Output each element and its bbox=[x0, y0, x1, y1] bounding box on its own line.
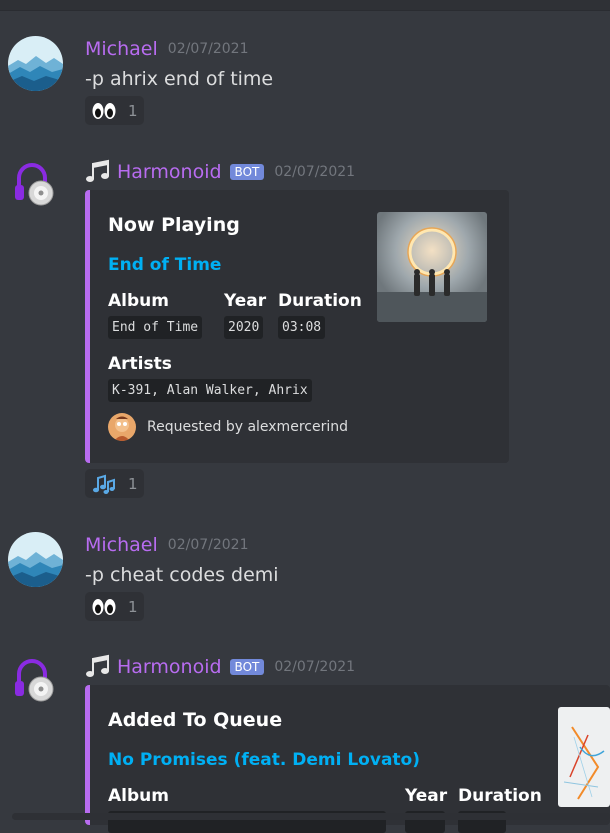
artists-field-name: Artists bbox=[108, 354, 172, 374]
username[interactable]: Harmonoid bbox=[117, 161, 222, 183]
timestamp: 02/07/2021 bbox=[274, 659, 356, 675]
album-value: End of Time bbox=[108, 316, 203, 339]
eyes-emoji-icon bbox=[92, 598, 116, 616]
message-header: Michael 02/07/2021 bbox=[85, 533, 248, 557]
added-to-queue-embed: Added To Queue No Promises (feat. Demi L… bbox=[85, 685, 610, 833]
embed-title: Now Playing bbox=[108, 214, 240, 236]
bot-avatar[interactable] bbox=[12, 160, 58, 206]
timestamp: 02/07/2021 bbox=[167, 41, 249, 57]
duration-field-name: Duration bbox=[278, 291, 362, 311]
username[interactable]: Harmonoid bbox=[117, 656, 222, 678]
album-field-name: Album bbox=[108, 786, 169, 806]
reaction-count: 1 bbox=[128, 474, 138, 493]
year-field-name: Year bbox=[405, 786, 448, 806]
embed-title: Added To Queue bbox=[108, 709, 283, 731]
message-header: Michael 02/07/2021 bbox=[85, 37, 248, 61]
embed-footer: Requested by alexmercerind bbox=[108, 413, 348, 441]
username[interactable]: Michael bbox=[85, 38, 158, 60]
user-avatar[interactable] bbox=[8, 36, 63, 91]
embed-track-link[interactable]: No Promises (feat. Demi Lovato) bbox=[108, 750, 420, 770]
album-art-thumbnail[interactable] bbox=[558, 707, 610, 807]
bot-avatar[interactable] bbox=[12, 656, 58, 702]
reaction-count: 1 bbox=[128, 597, 138, 616]
username[interactable]: Michael bbox=[85, 534, 158, 556]
reaction-notes[interactable]: 1 bbox=[85, 469, 144, 498]
year-field-name: Year bbox=[224, 291, 267, 311]
musical-note-icon bbox=[85, 654, 111, 680]
top-divider bbox=[0, 0, 610, 11]
requester-avatar bbox=[108, 413, 136, 441]
user-avatar[interactable] bbox=[8, 532, 63, 587]
reaction-count: 1 bbox=[128, 101, 138, 120]
message-content: -p cheat codes demi bbox=[85, 564, 279, 586]
timestamp: 02/07/2021 bbox=[167, 537, 249, 553]
duration-field-name: Duration bbox=[458, 786, 542, 806]
album-field-name: Album bbox=[108, 291, 169, 311]
message-content: -p ahrix end of time bbox=[85, 68, 274, 90]
embed-track-link[interactable]: End of Time bbox=[108, 255, 221, 275]
bot-tag: BOT bbox=[229, 164, 265, 180]
year-value: 2020 bbox=[224, 316, 264, 339]
message-header: Harmonoid BOT 02/07/2021 bbox=[85, 654, 356, 680]
artists-value: K-391, Alan Walker, Ahrix bbox=[108, 379, 312, 402]
horizontal-scrollbar[interactable] bbox=[12, 813, 610, 820]
timestamp: 02/07/2021 bbox=[274, 164, 356, 180]
eyes-emoji-icon bbox=[92, 102, 116, 120]
musical-note-icon bbox=[85, 159, 111, 185]
album-art-thumbnail[interactable] bbox=[377, 212, 487, 322]
requested-by-text: Requested by alexmercerind bbox=[147, 419, 348, 435]
notes-emoji-icon bbox=[92, 474, 116, 494]
reaction-eyes[interactable]: 1 bbox=[85, 96, 144, 125]
message-header: Harmonoid BOT 02/07/2021 bbox=[85, 159, 356, 185]
bot-tag: BOT bbox=[229, 659, 265, 675]
reaction-eyes[interactable]: 1 bbox=[85, 592, 144, 621]
duration-value: 03:08 bbox=[278, 316, 326, 339]
now-playing-embed: Now Playing End of Time Album Year Durat… bbox=[85, 190, 509, 463]
